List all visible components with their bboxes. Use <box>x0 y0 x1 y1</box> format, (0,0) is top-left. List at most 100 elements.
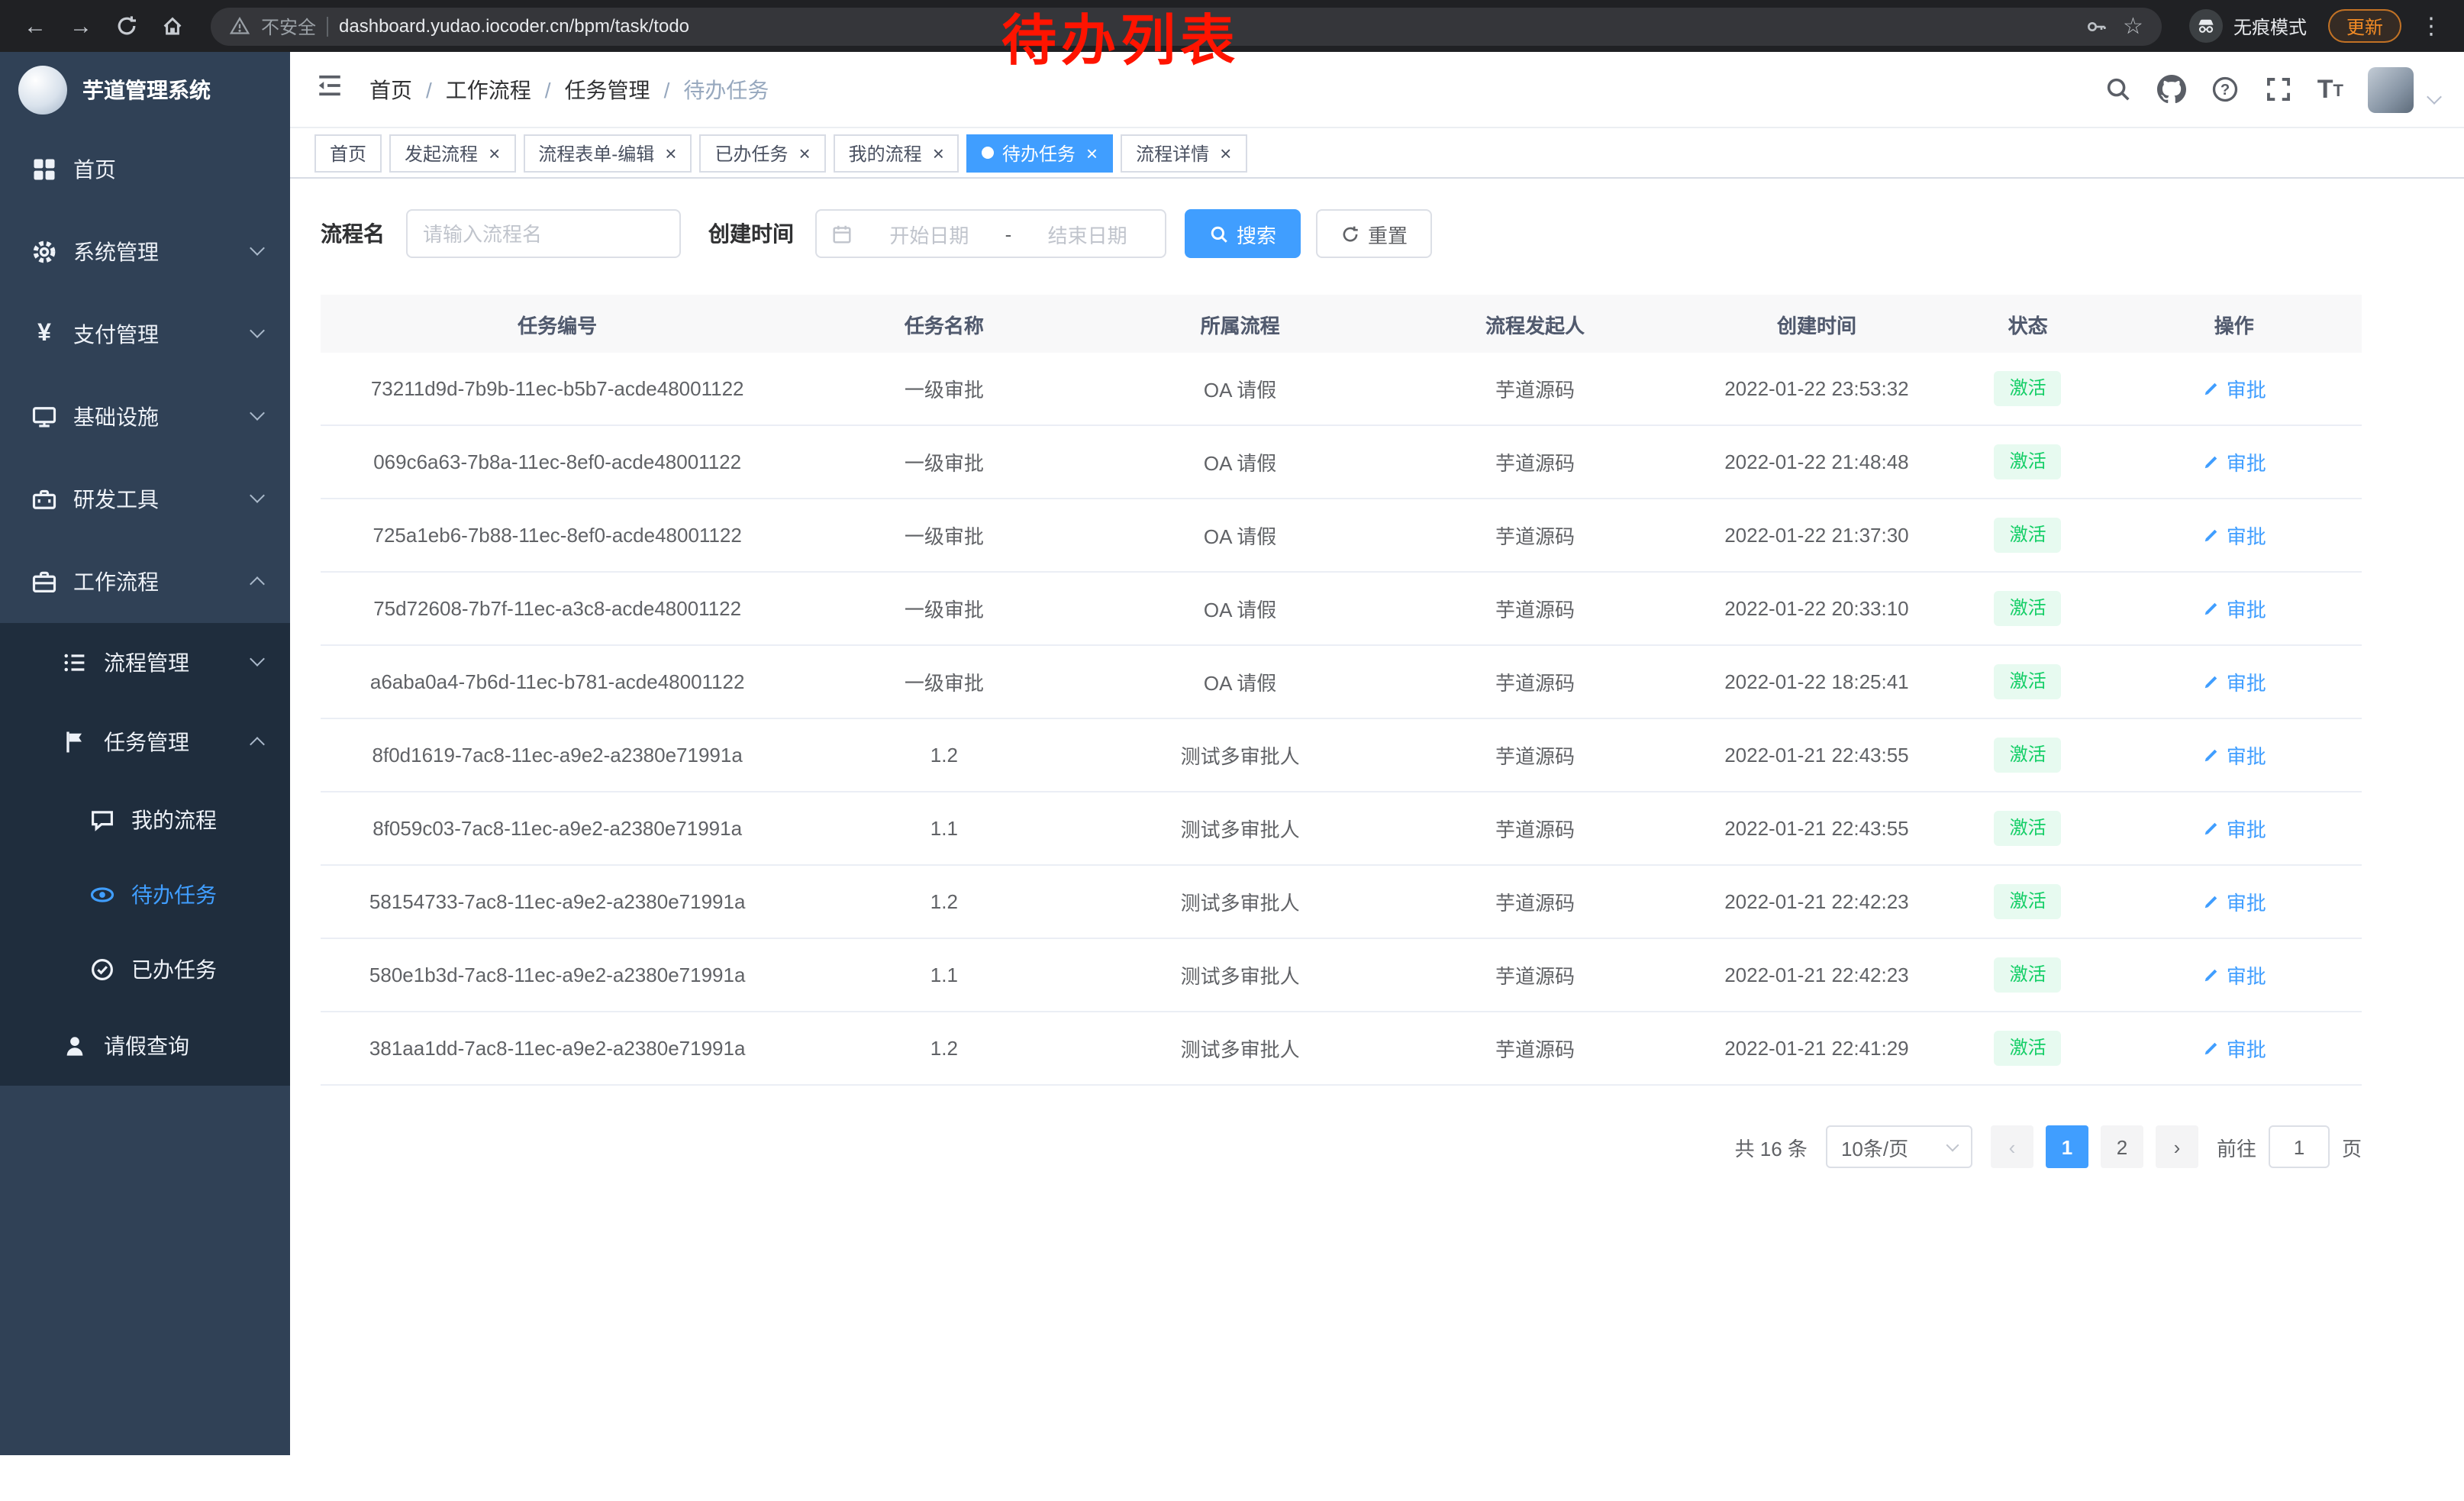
reload-icon[interactable] <box>107 6 147 46</box>
address-bar[interactable]: 不安全 dashboard.yudao.iocoder.cn/bpm/task/… <box>211 7 2162 45</box>
back-icon[interactable]: ← <box>15 6 55 46</box>
page-size-select[interactable]: 10条/页 <box>1826 1125 1972 1168</box>
close-icon[interactable]: × <box>665 143 676 163</box>
breadcrumb-task-mgmt[interactable]: 任务管理 <box>565 74 650 105</box>
cell-initiator: 芋道源码 <box>1386 814 1684 843</box>
font-size-icon[interactable]: TT <box>2317 76 2343 102</box>
approve-link[interactable]: 审批 <box>2202 887 2266 916</box>
main-content: 流程名 创建时间 开始日期 - 结束日期 搜索 重置 任务编号 <box>290 179 2464 1501</box>
view-tab[interactable]: 已办任务 × <box>699 134 825 172</box>
breadcrumb-home[interactable]: 首页 <box>369 74 412 105</box>
view-tab[interactable]: 我的流程 × <box>834 134 959 172</box>
page-button-2[interactable]: 2 <box>2101 1125 2143 1168</box>
sidebar-item-workflow[interactable]: 工作流程 <box>0 541 290 623</box>
sidebar-item-process-mgmt[interactable]: 流程管理 <box>0 623 290 702</box>
sidebar-item-done-tasks[interactable]: 已办任务 <box>0 931 290 1006</box>
sidebar-item-todo-tasks[interactable]: 待办任务 <box>0 857 290 931</box>
view-tab[interactable]: 待办任务 × <box>967 134 1113 172</box>
approve-link[interactable]: 审批 <box>2202 521 2266 550</box>
status-badge: 激活 <box>1995 811 2062 846</box>
next-page-button[interactable]: › <box>2156 1125 2198 1168</box>
help-icon[interactable]: ? <box>2211 75 2240 104</box>
close-icon[interactable]: × <box>798 143 810 163</box>
breadcrumb-workflow[interactable]: 工作流程 <box>446 74 531 105</box>
forward-icon[interactable]: → <box>61 6 101 46</box>
approve-link[interactable]: 审批 <box>2202 374 2266 403</box>
process-name-input[interactable] <box>406 209 681 258</box>
view-tab[interactable]: 流程详情 × <box>1121 134 1247 172</box>
status-badge: 激活 <box>1995 664 2062 699</box>
sidebar-item-system[interactable]: 系统管理 <box>0 211 290 293</box>
fullscreen-icon[interactable] <box>2264 75 2293 104</box>
view-tab[interactable]: 首页 × <box>314 134 382 172</box>
hamburger-icon[interactable] <box>314 70 345 108</box>
edit-icon <box>2202 379 2221 398</box>
sidebar-item-label: 首页 <box>73 154 116 185</box>
approve-link[interactable]: 审批 <box>2202 594 2266 623</box>
status-badge: 激活 <box>1995 957 2062 993</box>
cell-status: 激活 <box>1950 811 2107 846</box>
chevron-down-icon[interactable] <box>2427 89 2442 105</box>
home-icon[interactable] <box>153 6 192 46</box>
approve-link[interactable]: 审批 <box>2202 447 2266 476</box>
end-date-placeholder: 结束日期 <box>1024 219 1151 248</box>
cell-task-id: 8f0d1619-7ac8-11ec-a9e2-a2380e71991a <box>321 744 794 767</box>
update-button[interactable]: 更新 <box>2328 9 2401 43</box>
approve-link[interactable]: 审批 <box>2202 741 2266 770</box>
approve-link[interactable]: 审批 <box>2202 814 2266 843</box>
github-icon[interactable] <box>2157 75 2186 104</box>
sidebar-item-home[interactable]: 首页 <box>0 128 290 211</box>
cell-initiator: 芋道源码 <box>1386 1034 1684 1063</box>
prev-page-button[interactable]: ‹ <box>1991 1125 2033 1168</box>
edit-icon <box>2202 526 2221 544</box>
sidebar-item-my-processes[interactable]: 我的流程 <box>0 782 290 857</box>
cell-task-id: 58154733-7ac8-11ec-a9e2-a2380e71991a <box>321 890 794 913</box>
cell-task-name: 一级审批 <box>794 374 1094 403</box>
sidebar-item-label: 待办任务 <box>131 879 217 909</box>
cell-initiator: 芋道源码 <box>1386 741 1684 770</box>
breadcrumb-separator: / <box>545 77 551 102</box>
avatar[interactable] <box>2368 66 2414 112</box>
cell-task-id: 75d72608-7b7f-11ec-a3c8-acde48001122 <box>321 597 794 620</box>
cell-process: OA 请假 <box>1094 521 1385 550</box>
cell-process: 测试多审批人 <box>1094 741 1385 770</box>
cell-action: 审批 <box>2107 741 2362 770</box>
close-icon[interactable]: × <box>1220 143 1231 163</box>
view-tab[interactable]: 流程表单-编辑 × <box>523 134 692 172</box>
sidebar-item-devtools[interactable]: 研发工具 <box>0 458 290 541</box>
search-button[interactable]: 搜索 <box>1185 209 1301 258</box>
star-icon[interactable]: ☆ <box>2123 15 2143 37</box>
page-button-1[interactable]: 1 <box>2046 1125 2088 1168</box>
goto-page-input[interactable] <box>2269 1125 2330 1168</box>
cell-status: 激活 <box>1950 664 2107 699</box>
date-range-picker[interactable]: 开始日期 - 结束日期 <box>815 209 1166 258</box>
cell-task-name: 一级审批 <box>794 447 1094 476</box>
sidebar-item-label: 支付管理 <box>73 319 159 350</box>
close-icon[interactable]: × <box>489 143 500 163</box>
table-header: 任务编号 任务名称 所属流程 流程发起人 创建时间 状态 操作 <box>321 295 2362 353</box>
close-icon[interactable]: × <box>933 143 944 163</box>
sidebar-item-infra[interactable]: 基础设施 <box>0 376 290 458</box>
approve-link[interactable]: 审批 <box>2202 960 2266 989</box>
sidebar-item-label: 我的流程 <box>131 804 217 834</box>
approve-link[interactable]: 审批 <box>2202 667 2266 696</box>
cell-status: 激活 <box>1950 738 2107 773</box>
reset-button[interactable]: 重置 <box>1316 209 1432 258</box>
key-icon[interactable] <box>2085 15 2108 37</box>
col-status: 状态 <box>1950 309 2107 338</box>
kebab-menu-icon[interactable]: ⋮ <box>2414 12 2449 40</box>
active-tab-dot <box>982 147 995 159</box>
close-icon[interactable]: × <box>1086 143 1098 163</box>
cell-task-id: 8f059c03-7ac8-11ec-a9e2-a2380e71991a <box>321 817 794 840</box>
cell-action: 审批 <box>2107 667 2362 696</box>
breadcrumb-current: 待办任务 <box>683 74 769 105</box>
toolbox-icon <box>31 486 58 513</box>
sidebar-item-task-mgmt[interactable]: 任务管理 <box>0 702 290 782</box>
app-logo[interactable]: 芋道管理系统 <box>0 52 290 128</box>
view-tab[interactable]: 发起流程 × <box>389 134 515 172</box>
sidebar-item-payment[interactable]: ¥ 支付管理 <box>0 293 290 376</box>
sidebar-item-leave-query[interactable]: 请假查询 <box>0 1006 290 1086</box>
search-icon[interactable] <box>2104 75 2133 104</box>
table-row: 725a1eb6-7b88-11ec-8ef0-acde48001122 一级审… <box>321 499 2362 573</box>
approve-link[interactable]: 审批 <box>2202 1034 2266 1063</box>
